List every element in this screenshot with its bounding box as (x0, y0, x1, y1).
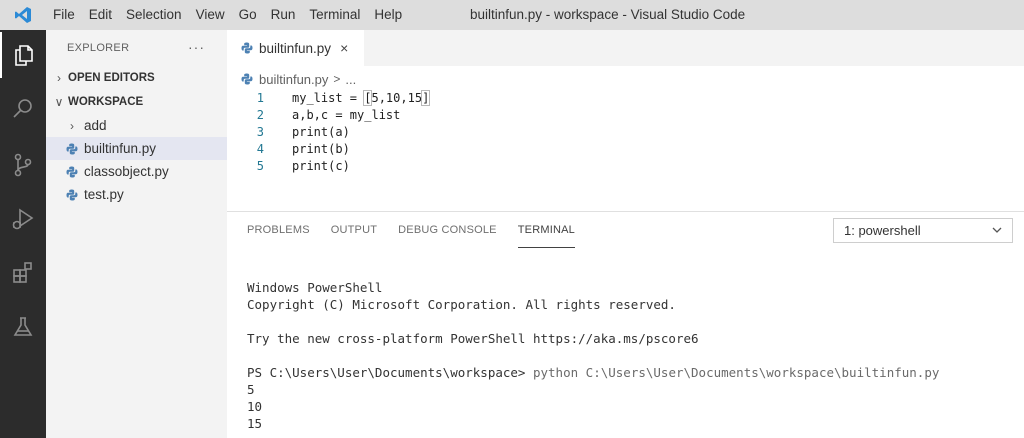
code-text: my_list = (292, 91, 365, 105)
terminal-line: Try the new cross-platform PowerShell ht… (247, 331, 699, 346)
terminal-command: python C:\Users\User\Documents\workspace… (532, 365, 940, 380)
code-editor[interactable]: 1 my_list = [5,10,15] 2 a,b,c = my_list … (227, 90, 1024, 175)
testing-icon[interactable] (0, 304, 46, 350)
menu-help[interactable]: Help (367, 0, 409, 30)
code-text: 5,10,15 (371, 91, 423, 105)
python-file-icon (239, 71, 255, 87)
tab-problems[interactable]: PROBLEMS (247, 212, 310, 248)
terminal-output[interactable]: Windows PowerShell Copyright (C) Microso… (247, 279, 939, 432)
code-line: 5 print(c) (227, 158, 1024, 175)
terminal-line: Windows PowerShell (247, 280, 383, 295)
tab-terminal[interactable]: TERMINAL (517, 212, 575, 248)
tree-item-label: add (84, 118, 107, 133)
terminal-line: 10 (247, 399, 263, 414)
chevron-right-icon: › (57, 71, 61, 85)
terminal-select-value: 1: powershell (844, 223, 921, 238)
code-line: 1 my_list = [5,10,15] (227, 90, 1024, 107)
run-debug-icon[interactable] (0, 196, 46, 242)
source-control-icon[interactable] (0, 142, 46, 188)
breadcrumb-more[interactable]: ... (345, 72, 356, 87)
line-content: print(a) (292, 125, 350, 139)
activity-bar (0, 30, 46, 438)
terminal-prompt-line: PS C:\Users\User\Documents\workspace> py… (247, 364, 939, 381)
terminal-line: 15 (247, 416, 263, 431)
chevron-down-icon (991, 224, 1003, 239)
tree-item-test[interactable]: test.py (46, 183, 227, 206)
terminal-line: 5 (247, 382, 255, 397)
menu-file[interactable]: File (46, 0, 82, 30)
bottom-panel: PROBLEMS OUTPUT DEBUG CONSOLE TERMINAL 1… (227, 211, 1024, 438)
code-line: 3 print(a) (227, 124, 1024, 141)
line-content: print(b) (292, 142, 350, 156)
chevron-right-icon: > (333, 72, 341, 86)
menu-go[interactable]: Go (232, 0, 264, 30)
menu-run[interactable]: Run (264, 0, 303, 30)
line-number: 4 (256, 142, 264, 156)
workspace-section[interactable]: ∨ WORKSPACE (46, 91, 227, 113)
line-content: print(c) (292, 159, 350, 173)
panel-tabs: PROBLEMS OUTPUT DEBUG CONSOLE TERMINAL (247, 212, 596, 248)
tab-debug-console[interactable]: DEBUG CONSOLE (398, 212, 497, 248)
chevron-down-icon: ∨ (54, 95, 64, 109)
editor-tab-bar: builtinfun.py × (227, 30, 1024, 66)
line-number: 3 (256, 125, 264, 139)
vscode-logo-icon (0, 0, 46, 30)
line-number: 5 (256, 159, 264, 173)
python-file-icon (239, 40, 255, 56)
python-file-icon (64, 187, 80, 203)
line-content: a,b,c = my_list (292, 108, 401, 122)
explorer-sidebar: EXPLORER ··· › OPEN EDITORS ∨ WORKSPACE … (46, 30, 227, 438)
tree-item-classobject[interactable]: classobject.py (46, 160, 227, 183)
terminal-prompt: PS C:\Users\User\Documents\workspace> (247, 365, 533, 380)
chevron-right-icon: › (70, 118, 74, 133)
tree-item-label: builtinfun.py (84, 141, 157, 156)
tab-label: builtinfun.py (259, 40, 332, 56)
python-file-icon (64, 141, 80, 157)
editor-area: builtinfun.py × builtinfun.py > ... 1 my… (227, 30, 1024, 211)
line-content: my_list = [5,10,15] (292, 90, 431, 107)
menu-selection[interactable]: Selection (119, 0, 189, 30)
breadcrumb: builtinfun.py > ... (239, 68, 356, 90)
menu-view[interactable]: View (189, 0, 232, 30)
line-number: 2 (256, 108, 264, 122)
code-line: 2 a,b,c = my_list (227, 107, 1024, 124)
search-icon[interactable] (0, 86, 46, 132)
line-number: 1 (256, 91, 264, 105)
menu-bar: File Edit Selection View Go Run Terminal… (46, 0, 409, 30)
tree-item-builtinfun[interactable]: builtinfun.py (46, 137, 227, 160)
bracket-close: ] (421, 90, 431, 106)
menu-terminal[interactable]: Terminal (302, 0, 367, 30)
terminal-select[interactable]: 1: powershell (833, 218, 1013, 243)
menu-edit[interactable]: Edit (82, 0, 119, 30)
tab-output[interactable]: OUTPUT (331, 212, 377, 248)
open-editors-section[interactable]: › OPEN EDITORS (46, 67, 227, 89)
python-file-icon (64, 164, 80, 180)
tree-item-label: test.py (84, 187, 124, 202)
tree-item-label: classobject.py (84, 164, 169, 179)
window-title: builtinfun.py - workspace - Visual Studi… (470, 7, 746, 22)
extensions-icon[interactable] (0, 250, 46, 296)
breadcrumb-file[interactable]: builtinfun.py (259, 72, 328, 87)
code-line: 4 print(b) (227, 141, 1024, 158)
tree-item-add-folder[interactable]: › add (46, 114, 227, 137)
close-icon[interactable]: × (340, 40, 348, 56)
terminal-line: Copyright (C) Microsoft Corporation. All… (247, 297, 676, 312)
more-actions-icon[interactable]: ··· (188, 40, 205, 54)
title-bar: File Edit Selection View Go Run Terminal… (0, 0, 1024, 30)
tab-builtinfun[interactable]: builtinfun.py × (227, 30, 364, 66)
open-editors-label: OPEN EDITORS (68, 72, 155, 84)
explorer-icon[interactable] (0, 32, 46, 78)
workspace-label: WORKSPACE (68, 96, 144, 108)
